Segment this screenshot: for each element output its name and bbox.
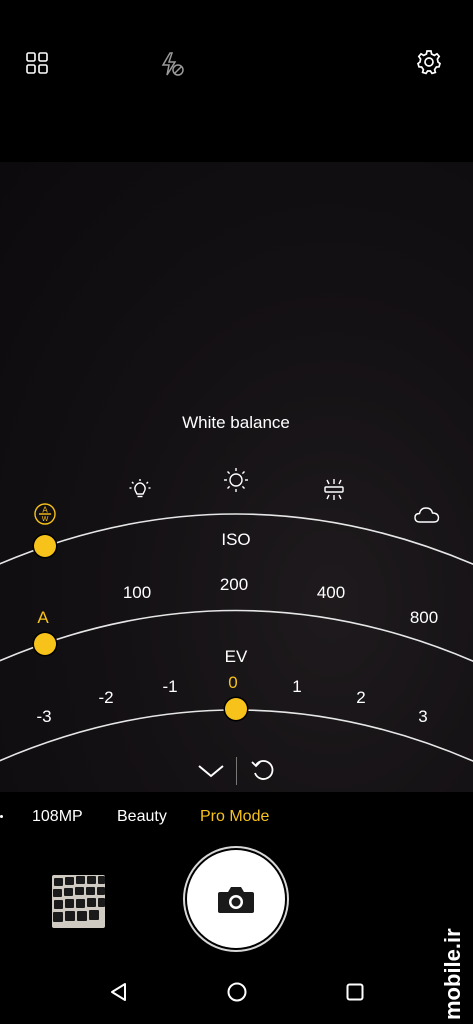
ev-value-1[interactable]: 1 xyxy=(292,677,301,697)
ev-value-2[interactable]: 2 xyxy=(356,688,365,708)
mode-scroll-dot xyxy=(0,815,3,818)
ev-slider-knob[interactable] xyxy=(225,698,247,720)
home-circle-icon[interactable] xyxy=(222,978,252,1006)
iso-slider-knob[interactable] xyxy=(34,633,56,655)
auto-white-balance-icon[interactable]: A W xyxy=(33,502,57,526)
back-triangle-icon[interactable] xyxy=(104,978,134,1006)
ev-title: EV xyxy=(224,647,248,666)
ev-value-minus-1[interactable]: -1 xyxy=(162,677,177,697)
chevron-down-icon[interactable] xyxy=(194,756,228,786)
iso-value-400[interactable]: 400 xyxy=(317,583,345,603)
gallery-thumbnail[interactable] xyxy=(52,875,105,928)
reset-icon[interactable] xyxy=(246,754,280,786)
svg-text:A: A xyxy=(42,506,48,515)
mode-pro[interactable]: Pro Mode xyxy=(200,808,269,826)
mode-108mp[interactable]: 108MP xyxy=(32,808,83,826)
ev-value-minus-3[interactable]: -3 xyxy=(36,707,51,727)
divider xyxy=(236,757,237,785)
watermark-text: mobile.ir xyxy=(440,928,465,1020)
mode-beauty[interactable]: Beauty xyxy=(117,808,167,826)
ev-value-0[interactable]: 0 xyxy=(228,673,237,693)
recents-square-icon[interactable] xyxy=(340,978,370,1006)
iso-value-200[interactable]: 200 xyxy=(220,575,248,595)
watermark: mobile.ir xyxy=(440,920,470,1020)
iso-auto-label: A xyxy=(37,608,49,627)
ev-value-minus-2[interactable]: -2 xyxy=(98,688,113,708)
iso-value-100[interactable]: 100 xyxy=(123,583,151,603)
shutter-button[interactable] xyxy=(187,850,285,948)
white-balance-slider-knob[interactable] xyxy=(34,535,56,557)
white-balance-title: White balance xyxy=(182,413,290,432)
iso-value-800[interactable]: 800 xyxy=(410,608,438,628)
bulb-icon[interactable] xyxy=(126,476,154,504)
camera-icon xyxy=(218,887,254,913)
ev-value-3[interactable]: 3 xyxy=(418,707,427,727)
iso-title: ISO xyxy=(221,530,251,549)
fluorescent-icon[interactable] xyxy=(320,476,348,504)
cloud-icon[interactable] xyxy=(412,502,442,528)
sun-icon[interactable] xyxy=(222,466,250,494)
svg-text:W: W xyxy=(42,516,49,523)
